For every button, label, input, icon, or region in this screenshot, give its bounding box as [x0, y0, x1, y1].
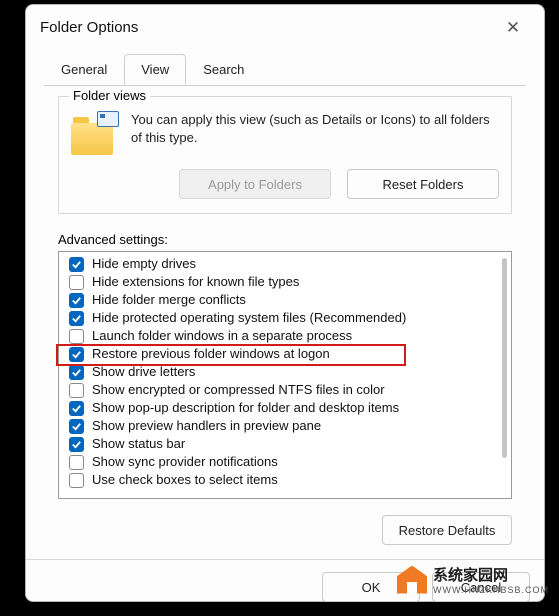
option-label: Show preview handlers in preview pane — [92, 417, 321, 435]
option-label: Hide protected operating system files (R… — [92, 309, 406, 327]
dialog-buttons: OK Cancel — [26, 560, 544, 616]
folder-views-icon — [71, 115, 117, 155]
advanced-settings-label: Advanced settings: — [58, 232, 512, 247]
checkbox[interactable] — [69, 401, 84, 416]
option-label: Restore previous folder windows at logon — [92, 345, 330, 363]
dialog-title: Folder Options — [40, 19, 496, 36]
option-row[interactable]: Show status bar — [69, 435, 509, 453]
checkbox[interactable] — [69, 347, 84, 362]
advanced-settings-list[interactable]: Hide empty drives Hide extensions for kn… — [58, 251, 512, 499]
option-label: Show sync provider notifications — [92, 453, 278, 471]
cancel-button[interactable]: Cancel — [432, 572, 530, 602]
checkbox[interactable] — [69, 329, 84, 344]
close-button[interactable]: ✕ — [496, 15, 530, 39]
titlebar: Folder Options ✕ — [26, 5, 544, 45]
option-label: Show pop-up description for folder and d… — [92, 399, 399, 417]
option-row[interactable]: Hide extensions for known file types — [69, 273, 509, 291]
option-row[interactable]: Launch folder windows in a separate proc… — [69, 327, 509, 345]
folder-views-desc: You can apply this view (such as Details… — [131, 111, 499, 146]
option-row[interactable]: Restore previous folder windows at logon — [69, 345, 509, 363]
option-row[interactable]: Hide folder merge conflicts — [69, 291, 509, 309]
folder-views-group: Folder views You can apply this view (su… — [58, 96, 512, 214]
option-row[interactable]: Show preview handlers in preview pane — [69, 417, 509, 435]
option-label: Hide folder merge conflicts — [92, 291, 246, 309]
tab-strip: General View Search — [26, 53, 544, 85]
option-label: Show drive letters — [92, 363, 195, 381]
checkbox[interactable] — [69, 293, 84, 308]
option-label: Hide empty drives — [92, 255, 196, 273]
option-row[interactable]: Show encrypted or compressed NTFS files … — [69, 381, 509, 399]
view-panel: Folder views You can apply this view (su… — [44, 85, 526, 545]
apply-to-folders-button[interactable]: Apply to Folders — [179, 169, 331, 199]
option-label: Show status bar — [92, 435, 185, 453]
checkbox[interactable] — [69, 311, 84, 326]
ok-button[interactable]: OK — [322, 572, 420, 602]
checkbox[interactable] — [69, 365, 84, 380]
option-row[interactable]: Hide empty drives — [69, 255, 509, 273]
folder-views-legend: Folder views — [69, 88, 150, 103]
checkbox[interactable] — [69, 257, 84, 272]
option-row[interactable]: Show sync provider notifications — [69, 453, 509, 471]
option-row[interactable]: Show drive letters — [69, 363, 509, 381]
reset-folders-button[interactable]: Reset Folders — [347, 169, 499, 199]
tab-view[interactable]: View — [124, 54, 186, 85]
option-label: Launch folder windows in a separate proc… — [92, 327, 352, 345]
tab-search[interactable]: Search — [186, 54, 261, 85]
close-icon: ✕ — [506, 19, 520, 36]
folder-options-dialog: Folder Options ✕ General View Search Fol… — [25, 4, 545, 602]
option-label: Use check boxes to select items — [92, 471, 278, 489]
option-row[interactable]: Show pop-up description for folder and d… — [69, 399, 509, 417]
checkbox[interactable] — [69, 473, 84, 488]
tab-general[interactable]: General — [44, 54, 124, 85]
option-label: Show encrypted or compressed NTFS files … — [92, 381, 385, 399]
option-label: Hide extensions for known file types — [92, 273, 299, 291]
option-row[interactable]: Hide protected operating system files (R… — [69, 309, 509, 327]
checkbox[interactable] — [69, 455, 84, 470]
scrollbar[interactable] — [502, 258, 507, 458]
checkbox[interactable] — [69, 383, 84, 398]
checkbox[interactable] — [69, 419, 84, 434]
checkbox[interactable] — [69, 275, 84, 290]
option-row[interactable]: Use check boxes to select items — [69, 471, 509, 489]
restore-defaults-button[interactable]: Restore Defaults — [382, 515, 512, 545]
checkbox[interactable] — [69, 437, 84, 452]
